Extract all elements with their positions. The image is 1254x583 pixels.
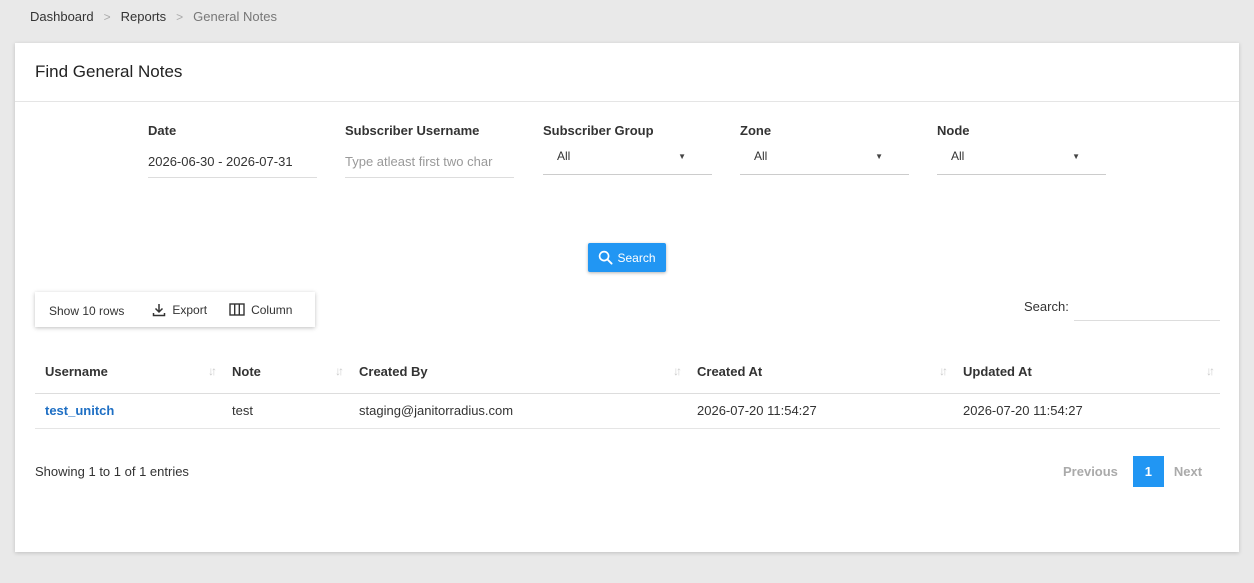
column-label: Column (251, 302, 293, 317)
node-label: Node (937, 123, 970, 138)
download-icon (153, 303, 166, 316)
column-header-created-at[interactable]: Created At ↓↑ (687, 350, 953, 394)
show-rows-button[interactable]: Show 10 rows (49, 304, 124, 318)
sort-icon: ↓↑ (208, 364, 217, 378)
card-header: Find General Notes (15, 43, 1239, 102)
sort-icon: ↓↑ (1206, 364, 1215, 378)
sort-icon: ↓↑ (939, 364, 948, 378)
cell-created-by: staging@janitorradius.com (349, 393, 687, 429)
group-label: Subscriber Group (543, 123, 654, 138)
node-select[interactable]: All ▼ (937, 148, 1106, 175)
sort-icon: ↓↑ (335, 364, 344, 378)
caret-down-icon: ▼ (875, 152, 883, 161)
zone-filter: Zone All ▼ (740, 123, 909, 175)
column-header-note[interactable]: Note ↓↑ (222, 350, 349, 394)
breadcrumb-separator: > (103, 9, 111, 24)
column-visibility-button[interactable]: Column (229, 303, 292, 317)
sort-icon: ↓↑ (673, 364, 682, 378)
cell-created-at: 2026-07-20 11:54:27 (687, 393, 953, 429)
column-header-username[interactable]: Username ↓↑ (35, 350, 222, 394)
table-header-row: Username ↓↑ Note ↓↑ Created By ↓↑ Created A… (35, 350, 1220, 394)
caret-down-icon: ▼ (1072, 152, 1080, 161)
username-link[interactable]: test_unitch (45, 403, 114, 418)
zone-select[interactable]: All ▼ (740, 148, 909, 175)
breadcrumb-separator: > (176, 9, 184, 24)
search-button-label: Search (617, 250, 656, 265)
table-toolbar: Show 10 rows Export Column (35, 292, 315, 327)
breadcrumb-reports[interactable]: Reports (121, 9, 167, 24)
search-button[interactable]: Search (588, 243, 666, 272)
pagination-next[interactable]: Next (1174, 464, 1202, 479)
table-search-label: Search: (1024, 299, 1069, 314)
group-select-value: All (557, 149, 571, 163)
column-header-created-by[interactable]: Created By ↓↑ (349, 350, 687, 394)
username-input[interactable] (345, 152, 514, 178)
zone-select-value: All (754, 149, 768, 163)
date-filter: Date (148, 123, 317, 178)
table-search-input[interactable] (1074, 293, 1220, 321)
cell-note: test (222, 393, 349, 429)
username-filter: Subscriber Username (345, 123, 514, 178)
export-button[interactable]: Export (152, 303, 207, 317)
group-filter: Subscriber Group All ▼ (543, 123, 712, 175)
date-range-input[interactable] (148, 152, 317, 178)
notes-table: Username ↓↑ Note ↓↑ Created By ↓↑ Created A… (35, 350, 1220, 429)
node-select-value: All (951, 149, 965, 163)
cell-updated-at: 2026-07-20 11:54:27 (953, 393, 1220, 429)
group-select[interactable]: All ▼ (543, 148, 712, 175)
breadcrumb: Dashboard > Reports > General Notes (30, 9, 277, 24)
date-label: Date (148, 123, 177, 138)
breadcrumb-dashboard[interactable]: Dashboard (30, 9, 94, 24)
table-info: Showing 1 to 1 of 1 entries (35, 464, 189, 479)
node-filter: Node All ▼ (937, 123, 1106, 175)
zone-label: Zone (740, 123, 772, 138)
cell-username: test_unitch (35, 393, 222, 429)
show-rows-label: Show 10 rows (49, 304, 125, 318)
pagination-previous[interactable]: Previous (1063, 464, 1118, 479)
table-row: test_unitch test staging@janitorradius.c… (35, 393, 1220, 429)
pagination: Previous 1 Next (1063, 456, 1202, 487)
username-label: Subscriber Username (345, 123, 480, 138)
search-icon (599, 250, 614, 265)
report-card: Find General Notes Date Subscriber Usern… (15, 43, 1239, 552)
export-label: Export (172, 302, 208, 317)
caret-down-icon: ▼ (678, 152, 686, 161)
column-header-updated-at[interactable]: Updated At ↓↑ (953, 350, 1220, 394)
columns-icon (229, 303, 245, 316)
breadcrumb-current: General Notes (193, 9, 277, 24)
pagination-page-current[interactable]: 1 (1132, 456, 1164, 487)
card-title: Find General Notes (35, 62, 183, 81)
